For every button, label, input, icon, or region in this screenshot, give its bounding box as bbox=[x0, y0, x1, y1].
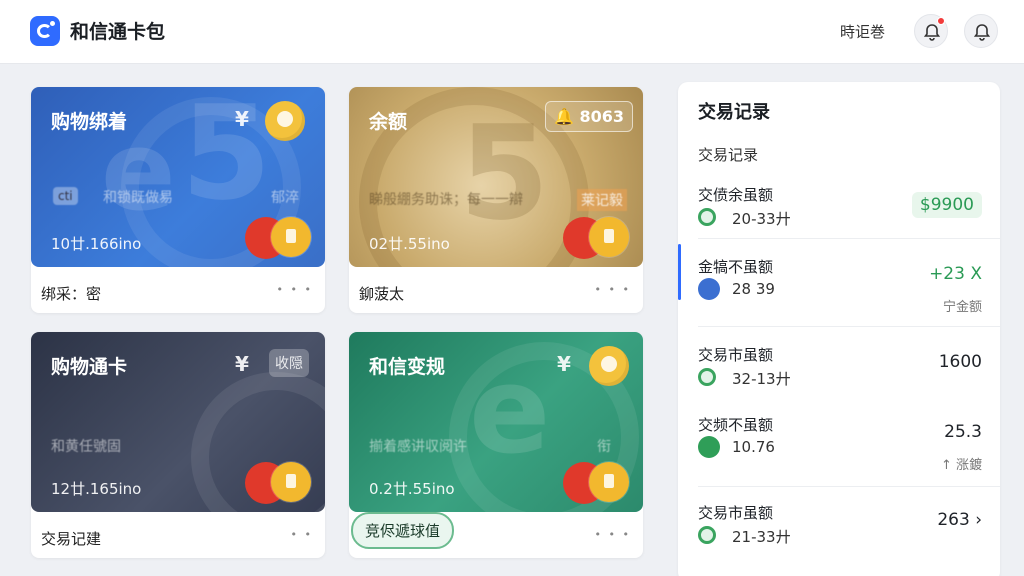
transaction-date: 28 39 bbox=[732, 280, 775, 298]
panel-title: 交易记录 bbox=[698, 102, 770, 123]
bell-button[interactable] bbox=[914, 14, 948, 48]
transaction-note: ↑ 涨鍍 bbox=[940, 458, 982, 473]
transaction-row[interactable]: 交易市虽额 32-13廾 1600 bbox=[678, 344, 1000, 422]
card-face[interactable]: 5 余额 🔔 8063 睇般綳务助诛；每一一辯 莱记毅 02廿.55ino bbox=[349, 87, 643, 267]
card-footer-label: 鉚菠太 bbox=[359, 285, 405, 303]
transaction-date: 20-33廾 bbox=[732, 210, 791, 228]
card-network-icon bbox=[563, 462, 629, 504]
transaction-amount: +23 X bbox=[929, 264, 982, 284]
more-icon[interactable]: • • • bbox=[595, 528, 631, 541]
transaction-name: 交偾余虽额 bbox=[698, 186, 774, 204]
transaction-name: 交易市虽额 bbox=[698, 504, 774, 522]
yen-icon: ¥ bbox=[235, 352, 249, 376]
status-icon bbox=[698, 526, 716, 544]
transaction-amount: 1600 bbox=[938, 352, 982, 372]
card-line: 睇般綳务助诛；每一一辯 bbox=[369, 192, 523, 208]
card-line: 和黄任號固 bbox=[51, 439, 121, 455]
yen-icon: ¥ bbox=[557, 352, 571, 376]
card-network-icon bbox=[245, 462, 311, 504]
transaction-amount: $9900 bbox=[911, 192, 982, 218]
card-face[interactable]: e 和信变规 ¥ 揃着感讲収阅许 衔 0.2廿.55ino bbox=[349, 332, 643, 512]
transaction-date: 10.76 bbox=[732, 438, 775, 456]
card-title: 购物绑着 bbox=[51, 111, 128, 133]
top-bar: 和信通卡包 時讵巻 bbox=[0, 0, 1024, 64]
panel-subtitle: 交易记录 bbox=[698, 146, 759, 164]
heart-icon bbox=[698, 278, 720, 300]
card-face[interactable]: 购物通卡 ¥ 收隠 和黄任號固 12廿.165ino bbox=[31, 332, 325, 512]
transaction-date: 32-13廾 bbox=[732, 370, 791, 388]
card-number: 10廿.166ino bbox=[51, 235, 142, 253]
more-icon[interactable]: • • bbox=[291, 528, 313, 541]
card-tag: 收隠 bbox=[269, 349, 309, 377]
app-title: 和信通卡包 bbox=[70, 21, 166, 43]
transaction-row[interactable]: 金犒不虽额 28 39 +23 X 宁金额 bbox=[678, 256, 1000, 334]
check-icon bbox=[698, 436, 720, 458]
card-number: 0.2廿.55ino bbox=[369, 480, 455, 498]
yen-icon: ¥ bbox=[235, 107, 249, 131]
notification-icon bbox=[973, 24, 991, 41]
status-icon bbox=[698, 208, 716, 226]
card-line: 衔 bbox=[597, 439, 611, 455]
active-row-indicator bbox=[678, 244, 681, 300]
bell-icon bbox=[923, 24, 941, 41]
notification-dot bbox=[937, 17, 945, 25]
card-line: 郁淬 bbox=[271, 190, 299, 206]
transaction-amount: 263 › bbox=[937, 510, 982, 530]
transaction-row[interactable]: 交易市虽额 21-33廾 263 › bbox=[678, 502, 1000, 576]
balance-badge: 🔔 8063 bbox=[544, 101, 633, 132]
transaction-date: 21-33廾 bbox=[732, 528, 791, 546]
card-title: 余额 bbox=[369, 111, 408, 133]
card-hexin[interactable]: e 和信变规 ¥ 揃着感讲収阅许 衔 0.2廿.55ino 竞侭遞球值 • • … bbox=[349, 332, 643, 558]
recharge-button[interactable]: 竞侭遞球值 bbox=[351, 512, 455, 549]
card-line: 莱记毅 bbox=[577, 189, 627, 211]
card-line: 揃着感讲収阅许 bbox=[369, 439, 467, 455]
coin-icon bbox=[265, 101, 305, 141]
card-shopping[interactable]: 5 e 购物绑着 ¥ cti 和锁既做易 郁淬 10廿.166ino 绑采：密 … bbox=[31, 87, 325, 313]
card-title: 和信变规 bbox=[369, 356, 446, 378]
transaction-amount: 25.3 bbox=[944, 422, 982, 442]
card-chip: cti bbox=[53, 187, 78, 205]
transaction-name: 交易市虽额 bbox=[698, 346, 774, 364]
card-number: 12廿.165ino bbox=[51, 480, 142, 498]
card-network-icon bbox=[563, 217, 629, 259]
card-footer-label: 交易记建 bbox=[41, 530, 102, 548]
card-number: 02廿.55ino bbox=[369, 235, 450, 253]
transaction-note: 宁金额 bbox=[942, 300, 982, 315]
more-icon[interactable]: • • • bbox=[595, 283, 631, 296]
card-title: 购物通卡 bbox=[51, 356, 128, 378]
card-face[interactable]: 5 e 购物绑着 ¥ cti 和锁既做易 郁淬 10廿.166ino bbox=[31, 87, 325, 267]
more-icon[interactable]: • • • bbox=[277, 283, 313, 296]
status-icon bbox=[698, 368, 716, 386]
card-shopping-pass[interactable]: 购物通卡 ¥ 收隠 和黄任號固 12廿.165ino 交易记建 • • bbox=[31, 332, 325, 558]
card-line: 和锁既做易 bbox=[103, 190, 173, 206]
transaction-row[interactable]: 交频不虽额 10.76 25.3 ↑ 涨鍍 bbox=[678, 414, 1000, 492]
transaction-row[interactable]: 交偾余虽额 20-33廾 $9900 bbox=[678, 184, 1000, 262]
notification-button[interactable] bbox=[964, 14, 998, 48]
card-network-icon bbox=[245, 217, 311, 259]
header-link[interactable]: 時讵巻 bbox=[840, 21, 885, 42]
transaction-name: 金犒不虽额 bbox=[698, 258, 774, 276]
card-balance[interactable]: 5 余额 🔔 8063 睇般綳务助诛；每一一辯 莱记毅 02廿.55ino 鉚菠… bbox=[349, 87, 643, 313]
transaction-panel: 交易记录 交易记录 交偾余虽额 20-33廾 $9900 金犒不虽额 28 39… bbox=[678, 82, 1000, 576]
transaction-name: 交频不虽额 bbox=[698, 416, 774, 434]
card-footer-label: 绑采：密 bbox=[41, 285, 102, 303]
app-logo[interactable] bbox=[30, 16, 60, 46]
coin-icon bbox=[589, 346, 629, 386]
